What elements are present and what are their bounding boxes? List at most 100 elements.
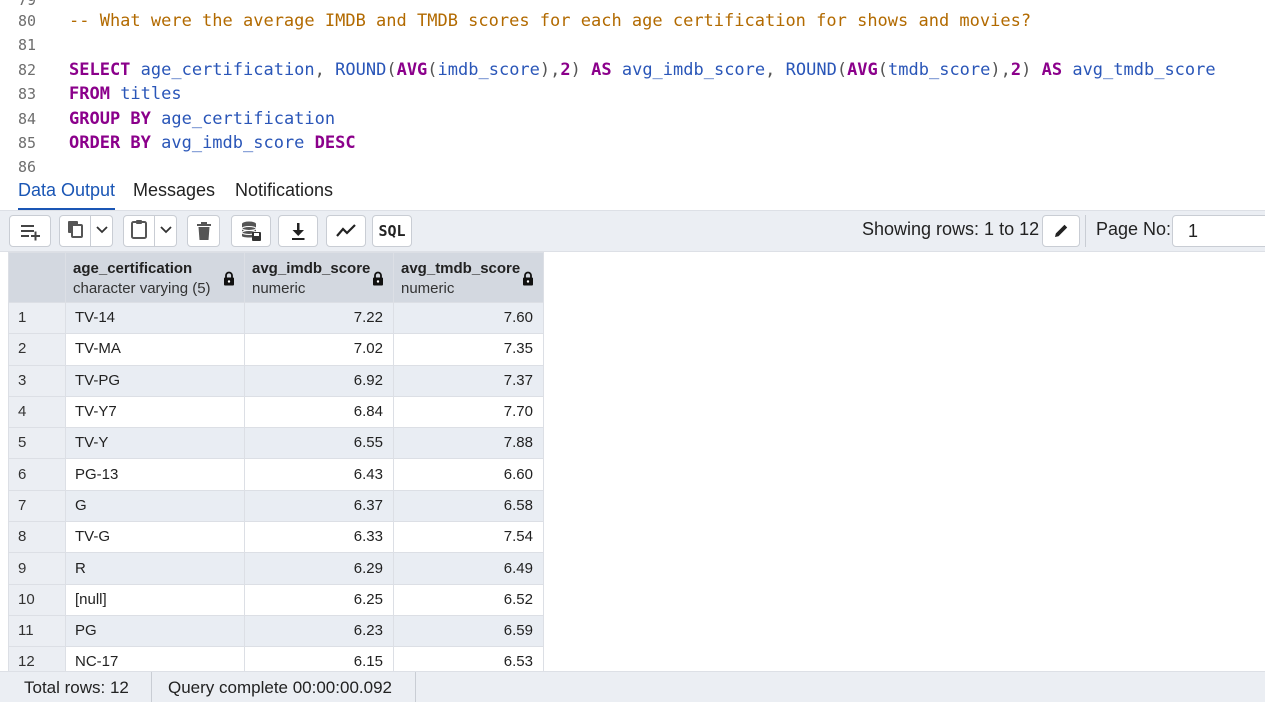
code-token: 2 xyxy=(560,60,571,80)
line-number: 82 xyxy=(17,61,36,79)
row-number[interactable]: 6 xyxy=(8,458,66,491)
line-number: 84 xyxy=(17,110,36,128)
cell-avg-imdb-score[interactable]: 6.55 xyxy=(244,427,394,460)
column-name: avg_tmdb_score xyxy=(401,260,521,277)
cell-age-certification[interactable]: R xyxy=(65,552,245,585)
code-token: AS xyxy=(591,60,612,80)
code-token: ) xyxy=(1021,60,1042,80)
cell-age-certification[interactable]: TV-Y xyxy=(65,427,245,460)
cell-avg-imdb-score[interactable]: 6.43 xyxy=(244,458,394,491)
table-row[interactable]: 7 G 6.37 6.58 xyxy=(8,489,544,523)
cell-age-certification[interactable]: TV-MA xyxy=(65,333,245,366)
table-row[interactable]: 8 TV-G 6.33 7.54 xyxy=(8,521,544,554)
page-number-input[interactable]: 1 xyxy=(1172,215,1265,247)
cell-avg-tmdb-score[interactable]: 7.54 xyxy=(393,521,544,554)
cell-avg-imdb-score[interactable]: 6.29 xyxy=(244,552,394,585)
cell-avg-tmdb-score[interactable]: 7.88 xyxy=(393,427,544,460)
cell-avg-tmdb-score[interactable]: 7.60 xyxy=(393,301,544,335)
cell-avg-imdb-score[interactable]: 6.92 xyxy=(244,364,394,397)
line-number: 85 xyxy=(17,134,36,152)
cell-avg-tmdb-score[interactable]: 6.49 xyxy=(393,552,544,585)
row-number[interactable]: 5 xyxy=(8,427,66,460)
table-row[interactable]: 10 [null] 6.25 6.52 xyxy=(8,583,544,616)
graph-visualiser-button[interactable] xyxy=(326,215,366,247)
cell-age-certification[interactable]: PG xyxy=(65,614,245,648)
save-data-button[interactable] xyxy=(231,215,271,247)
paste-button[interactable] xyxy=(123,215,155,247)
code-token: ROUND xyxy=(335,60,387,80)
table-row[interactable]: 3 TV-PG 6.92 7.37 xyxy=(8,364,544,397)
code-text[interactable]: -- What were the average IMDB and TMDB s… xyxy=(69,9,1031,33)
delete-row-button[interactable] xyxy=(187,215,220,247)
download-button[interactable] xyxy=(278,215,318,247)
table-row[interactable]: 2 TV-MA 7.02 7.35 xyxy=(8,333,544,366)
cell-avg-tmdb-score[interactable]: 6.58 xyxy=(393,489,544,523)
edit-rows-button[interactable] xyxy=(1042,215,1080,247)
cell-avg-tmdb-score[interactable]: 6.59 xyxy=(393,614,544,648)
cell-age-certification[interactable]: G xyxy=(65,489,245,523)
column-type: numeric xyxy=(401,280,455,297)
code-token: AS xyxy=(1041,60,1063,80)
row-number[interactable]: 8 xyxy=(8,521,66,554)
code-token: ORDER BY xyxy=(69,133,151,153)
paste-options-button[interactable] xyxy=(155,215,177,247)
code-token: ), xyxy=(990,60,1011,80)
cell-age-certification[interactable]: TV-PG xyxy=(65,364,245,397)
row-number[interactable]: 1 xyxy=(8,301,66,335)
edit-icon xyxy=(1052,222,1070,240)
tab-messages[interactable]: Messages xyxy=(133,172,215,208)
table-row[interactable]: 5 TV-Y 6.55 7.88 xyxy=(8,427,544,460)
row-number[interactable]: 7 xyxy=(8,489,66,523)
column-header-avg-tmdb-score[interactable]: avg_tmdb_score numeric xyxy=(393,252,544,303)
code-text[interactable]: SELECT age_certification, ROUND(AVG(imdb… xyxy=(69,58,1216,82)
cell-avg-tmdb-score[interactable]: 6.52 xyxy=(393,583,544,616)
table-row[interactable]: 11 PG 6.23 6.59 xyxy=(8,614,544,648)
table-row[interactable]: 1 TV-14 7.22 7.60 xyxy=(8,301,544,335)
copy-options-button[interactable] xyxy=(91,215,113,247)
cell-age-certification[interactable]: TV-14 xyxy=(65,301,245,335)
cell-avg-tmdb-score[interactable]: 6.60 xyxy=(393,458,544,491)
code-token: avg_tmdb_score xyxy=(1062,60,1216,80)
table-row[interactable]: 6 PG-13 6.43 6.60 xyxy=(8,458,544,491)
table-row[interactable]: 9 R 6.29 6.49 xyxy=(8,552,544,585)
row-number[interactable]: 10 xyxy=(8,583,66,616)
cell-avg-imdb-score[interactable]: 7.22 xyxy=(244,301,394,335)
view-sql-button[interactable]: SQL xyxy=(372,215,412,247)
save-data-icon xyxy=(240,220,262,242)
cell-avg-imdb-score[interactable]: 6.33 xyxy=(244,521,394,554)
tab-data-output[interactable]: Data Output xyxy=(18,172,116,210)
row-number[interactable]: 4 xyxy=(8,395,66,429)
total-rows-text: Total rows: 12 xyxy=(24,678,129,697)
cell-avg-imdb-score[interactable]: 6.84 xyxy=(244,395,394,429)
cell-avg-imdb-score[interactable]: 6.25 xyxy=(244,583,394,616)
data-output-toolbar: SQL Showing rows: 1 to 12 Page No: 1 xyxy=(0,211,1265,252)
tab-notifications[interactable]: Notifications xyxy=(235,172,333,208)
cell-age-certification[interactable]: TV-Y7 xyxy=(65,395,245,429)
code-token: titles xyxy=(109,84,182,104)
column-header-avg-imdb-score[interactable]: avg_imdb_score numeric xyxy=(244,252,394,303)
row-number[interactable]: 3 xyxy=(8,364,66,397)
column-header-age-certification[interactable]: age_certification character varying (5) xyxy=(65,252,245,303)
code-token: ( xyxy=(386,60,397,80)
row-number[interactable]: 11 xyxy=(8,614,66,648)
table-row[interactable]: 4 TV-Y7 6.84 7.70 xyxy=(8,395,544,429)
row-number[interactable]: 2 xyxy=(8,333,66,366)
row-number[interactable]: 9 xyxy=(8,552,66,585)
code-text[interactable]: FROM titles xyxy=(69,82,182,106)
cell-age-certification[interactable]: PG-13 xyxy=(65,458,245,491)
cell-avg-imdb-score[interactable]: 6.23 xyxy=(244,614,394,648)
cell-avg-tmdb-score[interactable]: 7.37 xyxy=(393,364,544,397)
lock-icon xyxy=(223,271,235,290)
sql-editor[interactable]: 79 80 -- What were the average IMDB and TM… xyxy=(0,0,1265,172)
cell-avg-imdb-score[interactable]: 7.02 xyxy=(244,333,394,366)
cell-avg-imdb-score[interactable]: 6.37 xyxy=(244,489,394,523)
add-row-button[interactable] xyxy=(9,215,51,247)
copy-button[interactable] xyxy=(59,215,91,247)
code-token: -- What were the average IMDB and TMDB s… xyxy=(69,11,1032,31)
cell-avg-tmdb-score[interactable]: 7.70 xyxy=(393,395,544,429)
cell-avg-tmdb-score[interactable]: 7.35 xyxy=(393,333,544,366)
cell-age-certification[interactable]: TV-G xyxy=(65,521,245,554)
cell-age-certification[interactable]: [null] xyxy=(65,583,245,616)
code-text[interactable]: GROUP BY age_certification xyxy=(69,107,335,131)
code-text[interactable]: ORDER BY avg_imdb_score DESC xyxy=(69,131,356,155)
